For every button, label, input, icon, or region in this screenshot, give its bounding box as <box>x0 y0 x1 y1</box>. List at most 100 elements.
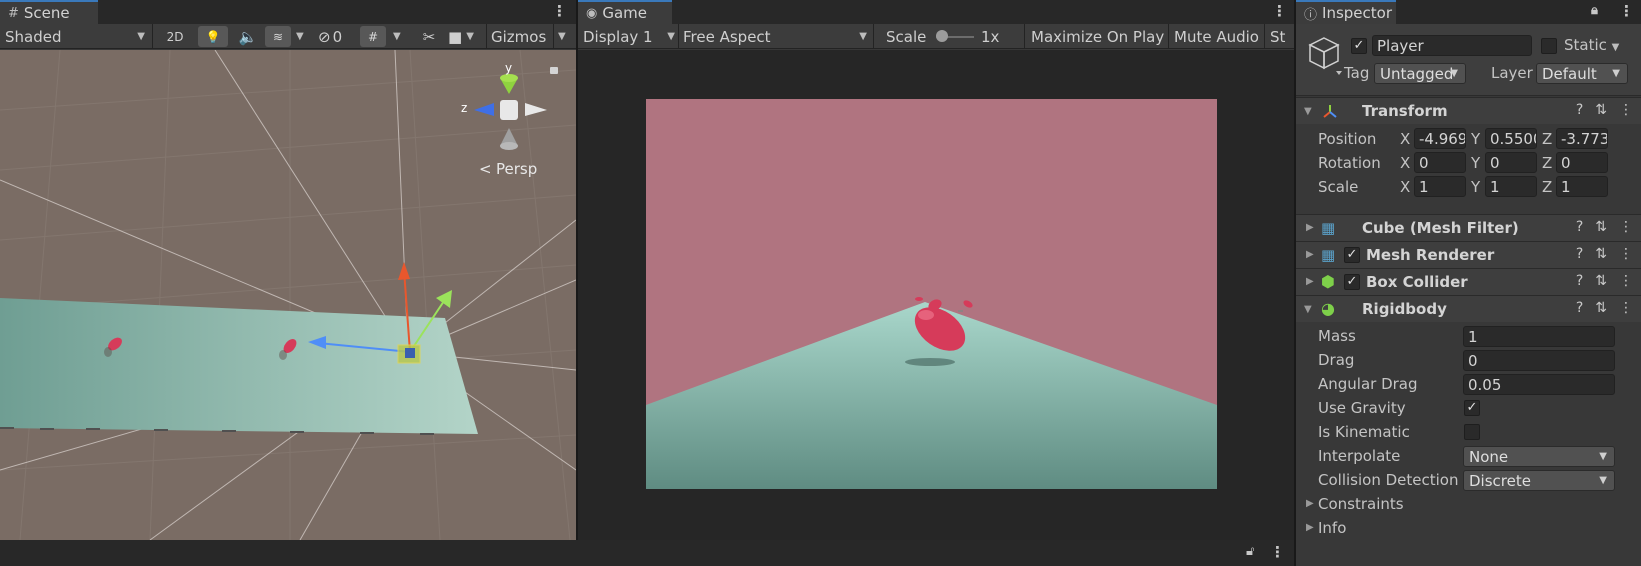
object-header: ✓ Player Static ▼ Tag Untagged ▼ Layer D… <box>1296 24 1641 96</box>
foldout-collapsed-icon[interactable]: ▶ <box>1306 522 1314 533</box>
shading-mode-dropdown[interactable]: Shaded ▼ <box>5 24 145 49</box>
interpolate-dropdown[interactable]: None ▼ <box>1463 446 1615 467</box>
is-kinematic-checkbox[interactable] <box>1464 424 1480 440</box>
info-foldout[interactable]: Info <box>1318 519 1346 537</box>
help-icon[interactable]: ? <box>1576 219 1583 235</box>
position-z-field[interactable]: -3.773 <box>1556 128 1608 149</box>
camera-icon: ■ <box>448 27 463 46</box>
presets-icon[interactable]: ⇅ <box>1595 102 1607 118</box>
transform-header[interactable]: ▼ Transform ? ⇅ ⋮ <box>1296 97 1641 124</box>
presets-icon[interactable]: ⇅ <box>1595 273 1607 289</box>
2d-toggle-button[interactable]: 2D <box>160 24 190 49</box>
grid-toggle-button[interactable]: # <box>360 26 386 47</box>
use-gravity-checkbox[interactable]: ✓ <box>1464 400 1480 416</box>
kebab-icon[interactable]: ⋮ <box>1619 102 1633 118</box>
help-icon[interactable]: ? <box>1576 102 1583 118</box>
mesh-renderer-enabled-checkbox[interactable]: ✓ <box>1344 247 1360 263</box>
persp-label[interactable]: Persp <box>496 160 537 178</box>
object-name-field[interactable]: Player <box>1372 35 1532 56</box>
inspector-menu-icon[interactable]: ⋮ <box>1619 2 1634 20</box>
scene-viewport[interactable]: y z < Persp <box>0 49 576 540</box>
maximize-on-play-toggle[interactable]: Maximize On Play <box>1031 24 1167 49</box>
lock-icon[interactable] <box>550 67 558 74</box>
gizmo-z-label: z <box>461 101 467 115</box>
rotation-z-field[interactable]: 0 <box>1556 152 1608 173</box>
rotation-y-field[interactable]: 0 <box>1485 152 1537 173</box>
mesh-renderer-icon: ▦ <box>1321 246 1336 264</box>
gizmos-button[interactable]: Gizmos <box>491 24 553 49</box>
presets-icon[interactable]: ⇅ <box>1595 300 1607 316</box>
tools-button[interactable]: ✂ <box>418 24 440 49</box>
effects-toggle-button[interactable]: ≋ <box>265 26 291 47</box>
foldout-collapsed-icon[interactable]: ▶ <box>1306 498 1314 509</box>
box-collider-header[interactable]: ▶ ⬢ ✓ Box Collider ? ⇅ ⋮ <box>1296 268 1641 295</box>
camera-settings-button[interactable]: ■ ▼ <box>448 24 484 49</box>
presets-icon[interactable]: ⇅ <box>1595 219 1607 235</box>
lock-icon[interactable]: 🔓︎ <box>1246 544 1254 559</box>
mass-field[interactable]: 1 <box>1463 326 1615 347</box>
help-icon[interactable]: ? <box>1576 246 1583 262</box>
rotation-x-field[interactable]: 0 <box>1414 152 1466 173</box>
foldout-collapsed-icon[interactable]: ▶ <box>1306 222 1314 233</box>
foldout-collapsed-icon[interactable]: ▶ <box>1306 249 1314 260</box>
tab-inspector[interactable]: ⓘ Inspector <box>1296 0 1396 24</box>
help-icon[interactable]: ? <box>1576 300 1583 316</box>
kebab-icon[interactable]: ⋮ <box>1619 273 1633 289</box>
player-cube[interactable] <box>405 348 415 358</box>
kebab-icon[interactable]: ⋮ <box>1619 300 1633 316</box>
tag-dropdown[interactable]: Untagged ▼ <box>1374 63 1466 84</box>
audio-toggle-button[interactable]: 🔈 <box>236 24 260 49</box>
box-collider-enabled-checkbox[interactable]: ✓ <box>1344 274 1360 290</box>
mesh-renderer-header[interactable]: ▶ ▦ ✓ Mesh Renderer ? ⇅ ⋮ <box>1296 241 1641 268</box>
game-menu-icon[interactable]: ⋮ <box>1272 2 1287 20</box>
active-checkbox[interactable]: ✓ <box>1351 38 1367 54</box>
mute-audio-toggle[interactable]: Mute Audio <box>1174 24 1259 49</box>
position-x-field[interactable]: -4.969 <box>1414 128 1466 149</box>
scale-x-field[interactable]: 1 <box>1414 176 1466 197</box>
scale-y-field[interactable]: 1 <box>1485 176 1537 197</box>
mesh-filter-icon: ▦ <box>1321 219 1336 237</box>
foldout-expanded-icon[interactable]: ▼ <box>1304 304 1312 315</box>
presets-icon[interactable]: ⇅ <box>1595 246 1607 262</box>
chevron-down-icon: ▼ <box>667 31 675 42</box>
display-dropdown[interactable]: Display 1 ▼ <box>583 24 675 49</box>
rigidbody-header[interactable]: ▼ ◕ Rigidbody ? ⇅ ⋮ <box>1296 295 1641 322</box>
angular-drag-field[interactable]: 0.05 <box>1463 374 1615 395</box>
speaker-icon: 🔈 <box>238 27 258 46</box>
foldout-expanded-icon[interactable]: ▼ <box>1304 106 1312 117</box>
constraints-foldout[interactable]: Constraints <box>1318 495 1404 513</box>
grid-dropdown[interactable]: ▼ <box>393 24 407 49</box>
stats-toggle[interactable]: St <box>1270 24 1294 49</box>
aspect-dropdown[interactable]: Free Aspect ▼ <box>683 24 867 49</box>
lighting-toggle-button[interactable]: 💡 <box>198 26 228 47</box>
orientation-gizmo[interactable] <box>474 74 547 150</box>
slider-thumb[interactable] <box>936 30 948 42</box>
kebab-icon[interactable]: ⋮ <box>1270 543 1285 561</box>
static-label: Static ▼ <box>1564 36 1620 54</box>
layer-dropdown[interactable]: Default ▼ <box>1536 63 1628 84</box>
z-axis-handle[interactable] <box>436 290 452 308</box>
static-checkbox[interactable] <box>1541 38 1557 54</box>
position-y-field[interactable]: 0.5500 <box>1485 128 1537 149</box>
hidden-objects-toggle[interactable]: ⊘ 0 <box>318 24 356 49</box>
chevron-down-icon: ▼ <box>1599 451 1607 462</box>
kebab-icon[interactable]: ⋮ <box>1619 246 1633 262</box>
drag-field[interactable]: 0 <box>1463 350 1615 371</box>
tab-game[interactable]: ◉ Game <box>578 0 672 24</box>
mesh-filter-header[interactable]: ▶ ▦ Cube (Mesh Filter) ? ⇅ ⋮ <box>1296 214 1641 241</box>
scale-slider[interactable] <box>936 24 974 49</box>
scale-z-field[interactable]: 1 <box>1556 176 1608 197</box>
help-icon[interactable]: ? <box>1576 273 1583 289</box>
layers-icon: ≋ <box>272 29 284 44</box>
effects-dropdown[interactable]: ▼ <box>296 24 310 49</box>
tab-scene[interactable]: # Scene <box>0 0 98 24</box>
y-axis-handle[interactable] <box>398 262 410 280</box>
gizmos-dropdown[interactable]: ▼ <box>558 24 572 49</box>
mass-label: Mass <box>1318 327 1356 345</box>
kebab-icon[interactable]: ⋮ <box>1619 219 1633 235</box>
scene-menu-icon[interactable]: ⋮ <box>552 2 567 20</box>
lock-icon[interactable]: 🔒︎ <box>1591 3 1598 18</box>
game-viewport[interactable] <box>578 50 1294 540</box>
foldout-collapsed-icon[interactable]: ▶ <box>1306 276 1314 287</box>
collision-detection-dropdown[interactable]: Discrete ▼ <box>1463 470 1615 491</box>
